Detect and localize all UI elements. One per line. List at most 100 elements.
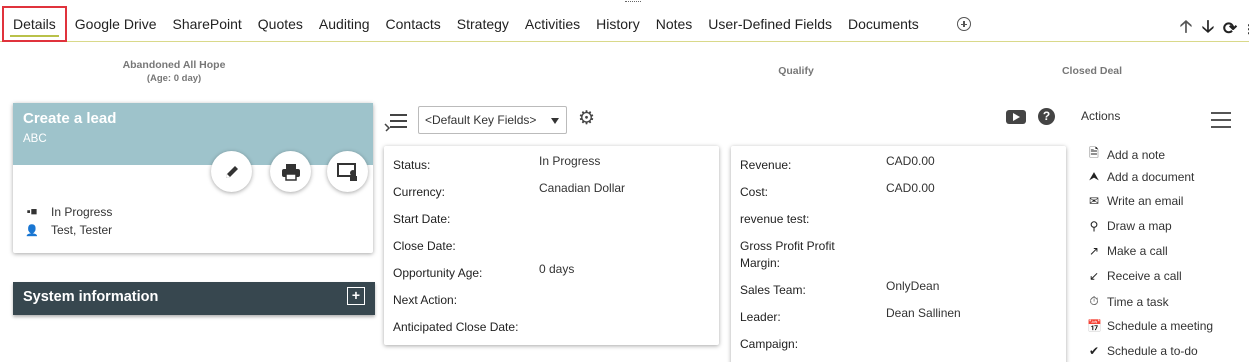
field-label: Anticipated Close Date: [393,320,519,334]
field-value[interactable]: Canadian Dollar [539,181,625,195]
present-button[interactable] [327,151,368,192]
actions-title: Actions [1081,109,1121,123]
card-owner[interactable]: Test, Tester [51,223,112,237]
edit-button[interactable] [211,151,252,192]
envelope-icon: ✉ [1088,194,1100,208]
action-label: Make a call [1107,244,1168,258]
action-write-email[interactable]: ✉ Write an email [1087,194,1184,208]
stopwatch-icon: ⏱ [1089,294,1099,308]
chevron-down-icon [551,118,559,124]
tab-contacts[interactable]: Contacts [378,6,449,42]
tab-details[interactable]: Details [2,6,67,42]
action-add-note[interactable]: 🗎 Add a note [1087,144,1165,165]
action-label: Add a note [1107,147,1166,162]
field-value[interactable]: CAD0.00 [886,181,935,195]
action-draw-map[interactable]: ⚲ Draw a map [1087,219,1172,233]
map-pin-icon: ⚲ [1089,219,1099,233]
presentation-icon [336,162,357,181]
resize-grip[interactable] [625,1,641,4]
user-icon: 👤 [25,224,39,237]
field-value[interactable]: In Progress [539,154,600,168]
tab-sharepoint[interactable]: SharePoint [165,6,250,42]
tab-google-drive[interactable]: Google Drive [67,6,165,42]
tab-notes[interactable]: Notes [648,6,701,42]
card-owner-row: 👤 Test, Tester [23,223,112,237]
action-label: Schedule a to-do [1107,344,1198,358]
plus-circle-icon[interactable] [956,17,971,31]
print-button[interactable] [270,151,311,192]
field-label: Close Date: [393,239,456,253]
hamburger-menu-icon[interactable] [1211,112,1231,128]
field-label: Opportunity Age: [393,266,483,280]
list-settings-icon[interactable] [384,111,408,133]
action-label: Receive a call [1107,269,1182,283]
stage-age: (Age: 0 day) [146,73,202,84]
printer-icon [281,163,300,181]
field-label: Currency: [393,185,446,199]
field-value[interactable]: Dean Sallinen [886,306,961,320]
stage-closed-deal[interactable]: Closed Deal [943,55,1241,88]
field-label: Gross Profit Profit Margin: [740,239,835,270]
arrow-up-icon[interactable]: 🡡 [1177,14,1195,43]
stage-path: Abandoned All Hope (Age: 0 day) Lead (Age:… [13,55,1241,88]
action-receive-call[interactable]: ↙ Receive a call [1087,269,1182,283]
arrow-down-left-icon: ↙ [1088,269,1100,283]
action-label: Draw a map [1107,219,1172,233]
tab-auditing[interactable]: Auditing [311,6,378,42]
calendar-icon: 📅 [1087,319,1102,333]
field-label: revenue test: [740,212,810,226]
tab-quotes[interactable]: Quotes [250,6,311,42]
tab-history[interactable]: History [588,6,648,42]
stage-name: Qualify [778,65,814,77]
more-icon[interactable]: ⋮ [1243,22,1249,36]
status-icon: ▪■ [26,206,38,218]
pencil-icon [225,165,238,178]
tab-strategy[interactable]: Strategy [449,6,517,42]
stage-lead[interactable]: Lead (Age: 3 days) [318,55,648,88]
system-information-header[interactable]: System information + [13,282,375,315]
help-icon[interactable]: ? [1038,108,1055,125]
field-value: 0 days [539,262,575,276]
card-status-row: ▪■ In Progress [23,205,113,219]
field-label: Campaign: [740,337,799,351]
field-label: Start Date: [393,212,451,226]
gear-icon[interactable]: ⚙ [578,107,595,130]
tab-documents[interactable]: Documents [840,6,927,42]
card-subtitle: ABC [23,133,47,145]
check-circle-icon: ✔ [1088,344,1100,358]
upload-icon: ⮝ [1088,169,1100,183]
field-label: Revenue: [740,158,792,172]
action-label: Schedule a meeting [1107,319,1214,333]
arrow-down-icon[interactable]: 🡣 [1199,14,1217,43]
key-fields-value: <Default Key Fields> [425,113,537,127]
field-value[interactable]: OnlyDean [886,279,939,293]
card-title: Create a lead [23,110,117,127]
stage-age: (Age: 3 days) [453,73,513,84]
action-add-document[interactable]: ⮝ Add a document [1087,169,1195,184]
field-label: Next Action: [393,293,458,307]
action-make-call[interactable]: ↗ Make a call [1087,244,1168,258]
refresh-icon[interactable]: ⟳ [1221,19,1239,39]
key-fields-select[interactable]: <Default Key Fields> [418,106,567,134]
action-label: Write an email [1107,194,1184,208]
tab-user-defined-fields[interactable]: User-Defined Fields [700,6,840,42]
expand-icon[interactable]: + [347,287,365,305]
stage-qualify[interactable]: Qualify [631,55,961,88]
arrow-up-right-icon: ↗ [1088,244,1100,258]
field-label: Cost: [740,185,769,199]
opportunity-card: Create a lead ABC ▪■ In Progress 👤 Test,… [13,103,373,253]
action-time-task[interactable]: ⏱ Time a task [1087,294,1168,309]
action-schedule-todo[interactable]: ✔ Schedule a to-do [1087,344,1198,358]
stage-abandoned[interactable]: Abandoned All Hope (Age: 0 day) [13,55,335,88]
tab-bar: Details Google Drive SharePoint Quotes A… [0,0,1249,42]
field-value[interactable]: CAD0.00 [886,154,935,168]
system-information-title: System information [23,289,159,305]
fields-panel-financial: Revenue: CAD0.00 Cost: CAD0.00 revenue t… [731,146,1066,362]
stage-name: Lead [470,59,496,71]
tab-list: Details Google Drive SharePoint Quotes A… [0,6,971,42]
action-schedule-meeting[interactable]: 📅 Schedule a meeting [1087,319,1213,333]
video-icon[interactable] [1006,110,1026,124]
note-icon: 🗎 [1089,146,1099,160]
field-label: Leader: [740,310,781,324]
tab-activities[interactable]: Activities [517,6,588,42]
